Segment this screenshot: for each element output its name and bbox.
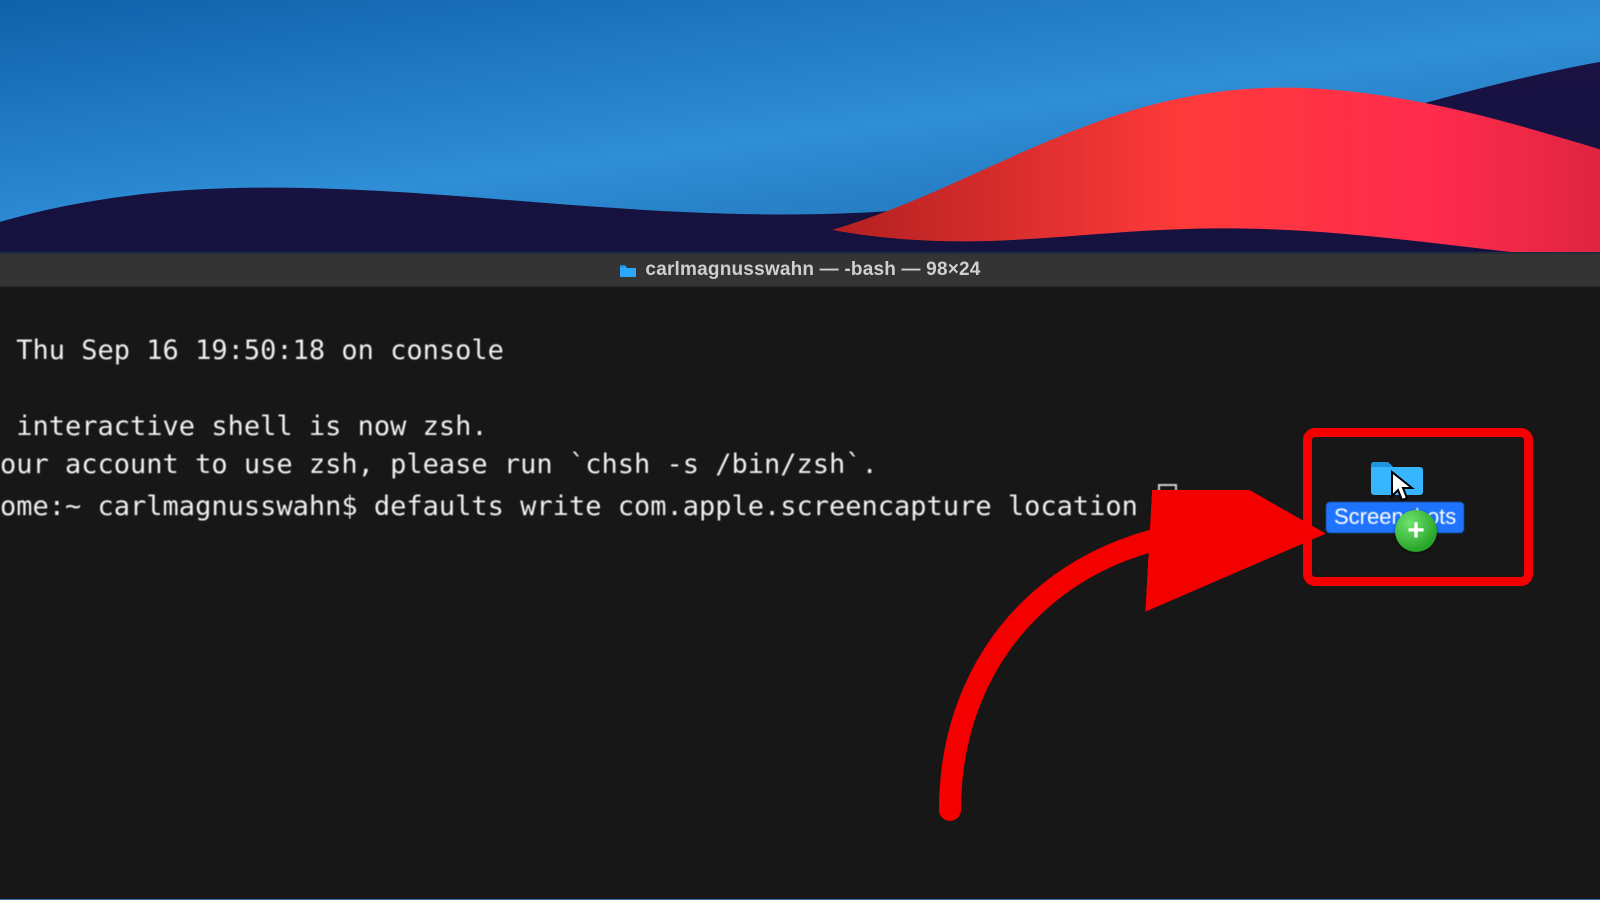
terminal-titlebar[interactable]: carlmagnusswahn — -bash — 98×24 xyxy=(0,254,1600,287)
terminal-body[interactable]: Thu Sep 16 19:50:18 on console interacti… xyxy=(0,288,1600,900)
terminal-cursor xyxy=(1158,484,1177,518)
terminal-title: carlmagnusswahn — -bash — 98×24 xyxy=(645,259,980,281)
terminal-command: defaults write com.apple.screencapture l… xyxy=(374,491,1154,522)
cursor-arrow-icon xyxy=(1390,470,1416,509)
terminal-prompt: ome:~ carlmagnusswahn$ xyxy=(0,491,374,522)
copy-plus-badge-icon: + xyxy=(1395,510,1437,552)
folder-icon xyxy=(619,263,637,277)
terminal-line: interactive shell is now zsh. xyxy=(0,411,488,442)
terminal-line: Thu Sep 16 19:50:18 on console xyxy=(0,335,504,366)
terminal-prompt-line: ome:~ carlmagnusswahn$ defaults write co… xyxy=(0,491,1177,522)
terminal-line: our account to use zsh, please run `chsh… xyxy=(0,449,878,480)
plus-glyph: + xyxy=(1407,514,1425,548)
